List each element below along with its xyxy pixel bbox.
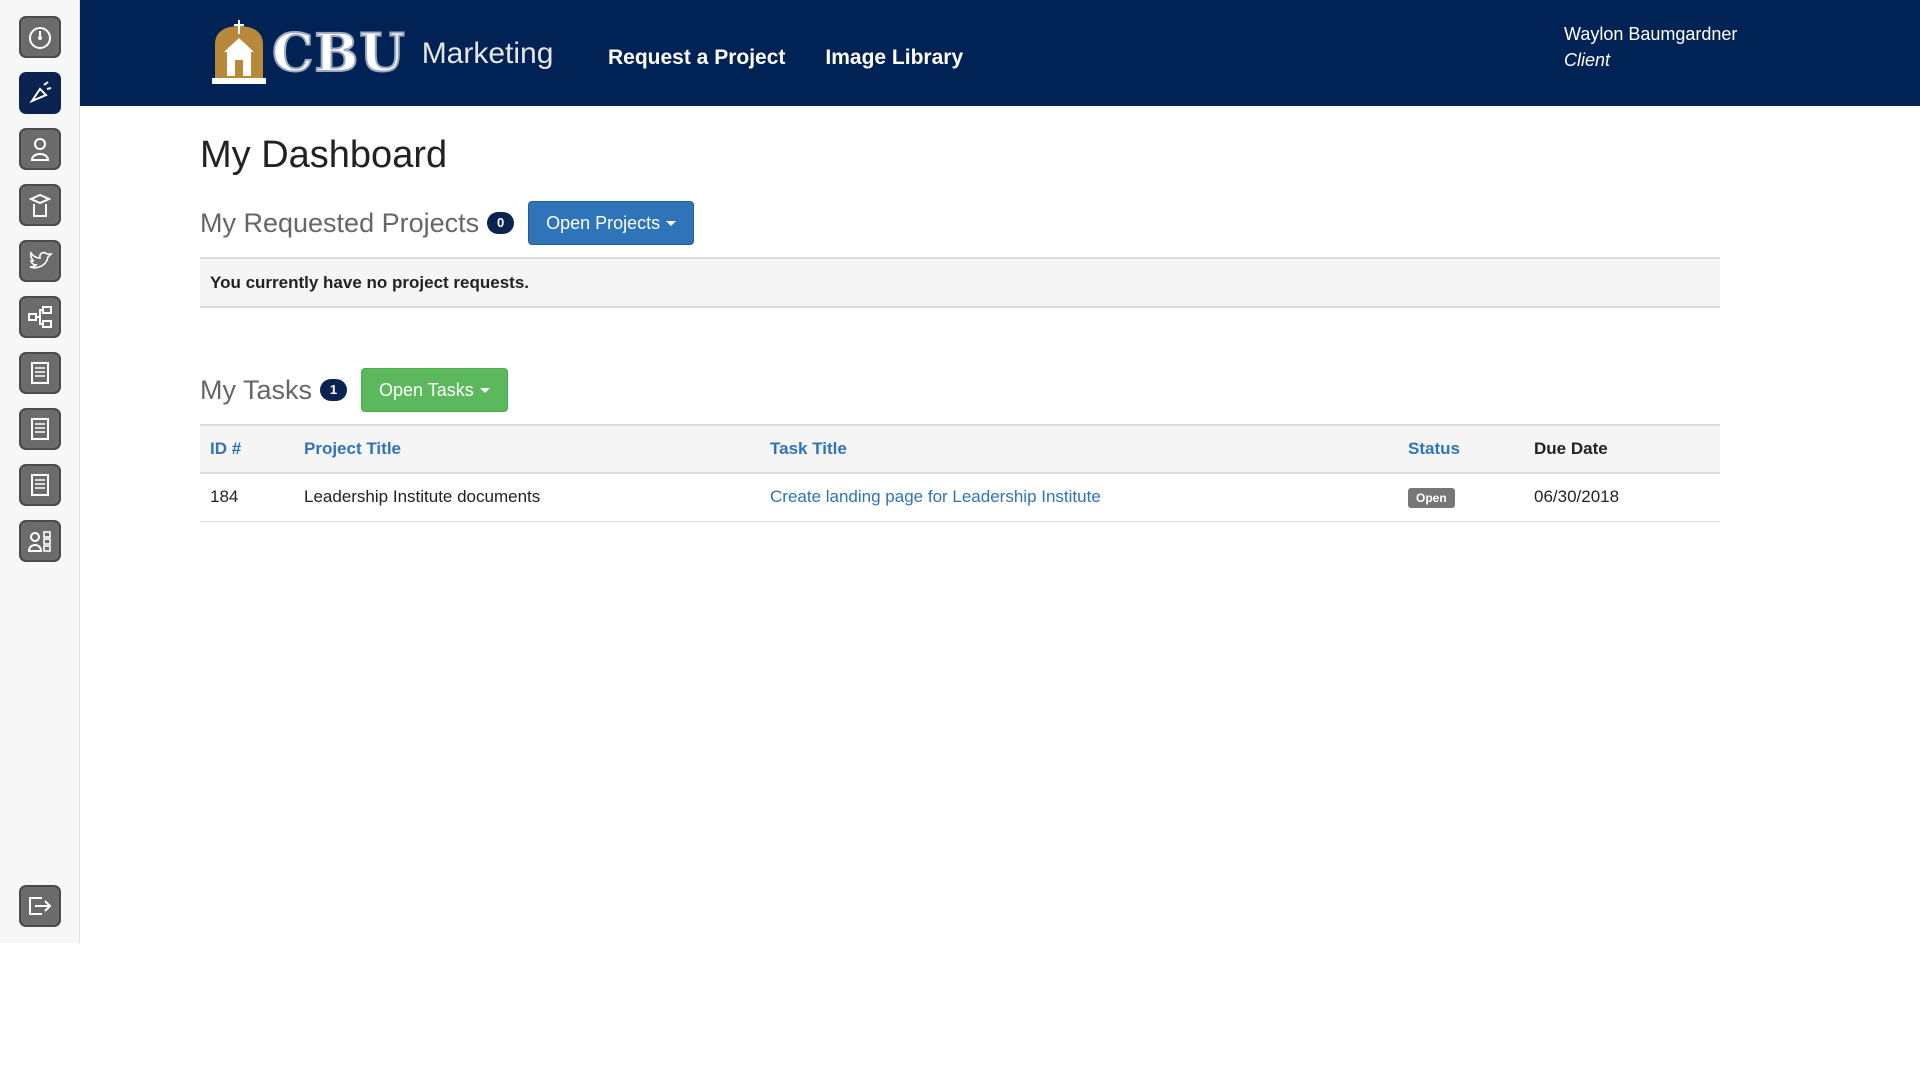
open-tasks-label: Open Tasks bbox=[379, 379, 474, 400]
tasks-header: My Tasks 1 Open Tasks bbox=[200, 368, 1720, 412]
document-icon[interactable] bbox=[19, 408, 61, 450]
org-chart-icon[interactable] bbox=[19, 296, 61, 338]
column-header-due-date: Due Date bbox=[1534, 439, 1608, 458]
requested-projects-header: My Requested Projects 0 Open Projects bbox=[200, 201, 1720, 245]
twitter-bird-icon[interactable] bbox=[19, 240, 61, 282]
tasks-count-badge: 1 bbox=[320, 379, 348, 401]
task-project-title: Leadership Institute documents bbox=[304, 487, 541, 507]
column-header-project-title[interactable]: Project Title bbox=[294, 425, 760, 473]
user-info[interactable]: Waylon Baumgardner Client bbox=[1564, 21, 1737, 73]
column-header-id[interactable]: ID # bbox=[200, 425, 294, 473]
nav-image-library[interactable]: Image Library bbox=[825, 46, 963, 70]
requested-projects-count-badge: 0 bbox=[487, 212, 515, 234]
task-title-link[interactable]: Create landing page for Leadership Insti… bbox=[770, 487, 1101, 506]
cbu-logo[interactable]: CBU Marketing bbox=[210, 20, 553, 86]
logo-subtitle: Marketing bbox=[421, 37, 554, 70]
main-content: My Dashboard My Requested Projects 0 Ope… bbox=[200, 106, 1720, 522]
task-status-cell: Open bbox=[1398, 473, 1524, 521]
logo-text: CBU bbox=[271, 22, 406, 85]
open-projects-dropdown-button[interactable]: Open Projects bbox=[528, 201, 695, 245]
caret-down-icon bbox=[479, 387, 490, 393]
logout-arrow-icon[interactable] bbox=[19, 885, 61, 927]
person-icon[interactable] bbox=[19, 128, 61, 170]
user-name: Waylon Baumgardner bbox=[1564, 24, 1738, 44]
column-header-task-title[interactable]: Task Title bbox=[760, 425, 1398, 473]
user-role: Client bbox=[1564, 50, 1611, 70]
tasks-table-header-row: ID # Project Title Task Title Status Due… bbox=[200, 425, 1720, 473]
status-badge: Open bbox=[1408, 487, 1455, 508]
dashboard-clock-icon[interactable] bbox=[19, 16, 61, 58]
requested-projects-title: My Requested Projects bbox=[200, 207, 480, 238]
icon-sidebar bbox=[0, 0, 80, 943]
tasks-title: My Tasks bbox=[200, 374, 313, 405]
column-header-status[interactable]: Status bbox=[1398, 425, 1524, 473]
directory-icon[interactable] bbox=[19, 520, 61, 562]
caret-down-icon bbox=[666, 220, 677, 226]
marketing-megaphone-icon[interactable] bbox=[19, 72, 61, 114]
task-id: 184 bbox=[210, 487, 239, 507]
open-tasks-dropdown-button[interactable]: Open Tasks bbox=[361, 368, 508, 412]
task-title-cell: Create landing page for Leadership Insti… bbox=[760, 473, 1398, 521]
nav-request-project[interactable]: Request a Project bbox=[608, 46, 785, 70]
document-icon[interactable] bbox=[19, 464, 61, 506]
chapel-logo-icon bbox=[210, 20, 268, 86]
page-title: My Dashboard bbox=[200, 134, 448, 176]
tasks-table: ID # Project Title Task Title Status Due… bbox=[200, 424, 1720, 522]
open-projects-label: Open Projects bbox=[546, 212, 661, 233]
task-due-date: 06/30/2018 bbox=[1534, 487, 1620, 507]
top-header: CBU Marketing Request a Project Image Li… bbox=[80, 0, 1920, 106]
table-row: 184 Leadership Institute documents Creat… bbox=[200, 473, 1720, 521]
main-nav: Request a Project Image Library bbox=[608, 46, 963, 70]
no-projects-message: You currently have no project requests. bbox=[200, 257, 1720, 308]
graduate-icon[interactable] bbox=[19, 184, 61, 226]
document-icon[interactable] bbox=[19, 352, 61, 394]
